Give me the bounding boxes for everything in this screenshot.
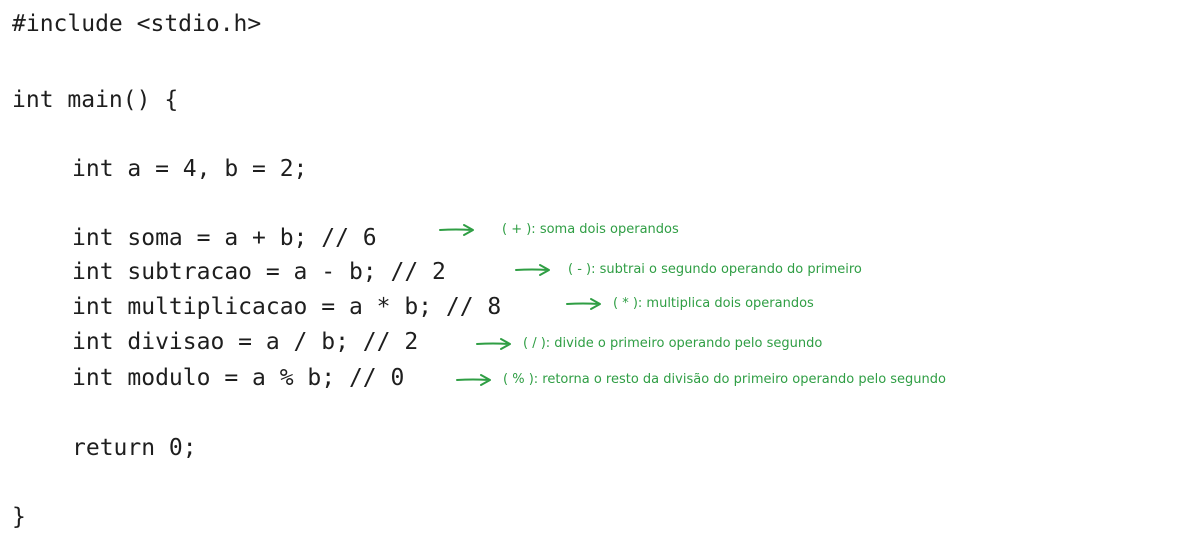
code-canvas: #include <stdio.h> int main() { int a = … <box>0 0 1181 545</box>
arrow-icon <box>514 262 552 278</box>
multiplicacao-note: ( * ): multiplica dois operandos <box>613 296 814 311</box>
modulo-line: int modulo = a % b; // 0 <box>72 365 405 391</box>
subtracao-annotation: ( - ): subtrai o segundo operando do pri… <box>514 262 862 278</box>
modulo-note: ( % ): retorna o resto da divisão do pri… <box>503 372 946 387</box>
multiplicacao-annotation: ( * ): multiplica dois operandos <box>565 296 814 312</box>
declaration-line: int a = 4, b = 2; <box>72 156 308 182</box>
divisao-line: int divisao = a / b; // 2 <box>72 329 419 355</box>
soma-line: int soma = a + b; // 6 <box>72 225 377 251</box>
arrow-icon <box>438 222 476 238</box>
divisao-note: ( / ): divide o primeiro operando pelo s… <box>523 336 823 351</box>
return-line: return 0; <box>72 435 197 461</box>
subtracao-note: ( - ): subtrai o segundo operando do pri… <box>568 262 862 277</box>
arrow-icon <box>455 372 493 388</box>
multiplicacao-line: int multiplicacao = a * b; // 8 <box>72 294 502 320</box>
soma-note: ( + ): soma dois operandos <box>502 222 679 237</box>
arrow-icon <box>565 296 603 312</box>
subtracao-line: int subtracao = a - b; // 2 <box>72 259 446 285</box>
divisao-annotation: ( / ): divide o primeiro operando pelo s… <box>475 336 822 352</box>
main-close-line: } <box>12 504 26 530</box>
arrow-icon <box>475 336 513 352</box>
include-line: #include <stdio.h> <box>12 11 262 37</box>
soma-annotation: ( + ): soma dois operandos <box>438 222 679 238</box>
modulo-annotation: ( % ): retorna o resto da divisão do pri… <box>455 372 946 388</box>
main-open-line: int main() { <box>12 87 179 113</box>
